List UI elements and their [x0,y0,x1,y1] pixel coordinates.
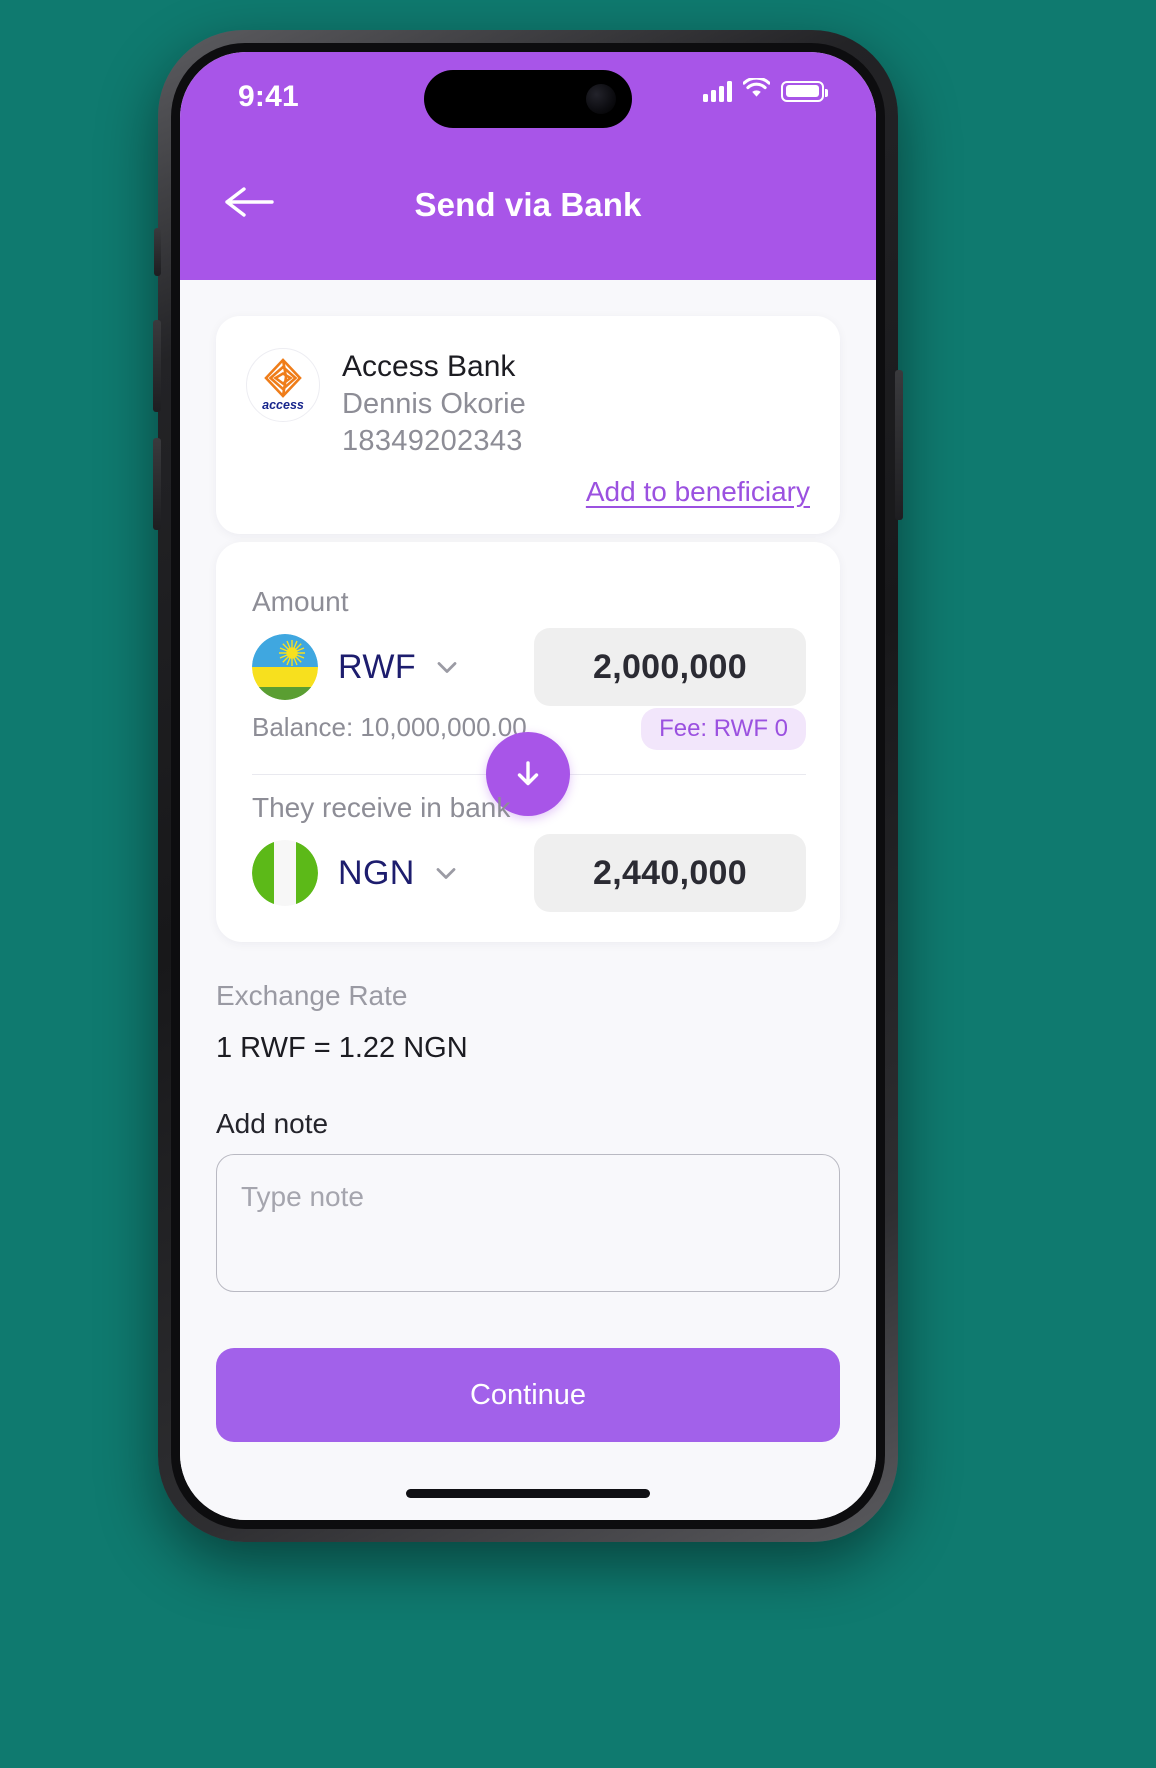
send-currency-code: RWF [338,647,416,686]
front-camera-icon [586,84,616,114]
access-bank-logo-icon: access [246,348,320,422]
rwanda-flag-icon [252,634,318,700]
phone-frame: 9:41 Send via Bank access Access Bank De… [153,30,903,1542]
exchange-rate-label: Exchange Rate [216,980,408,1011]
wifi-icon [742,76,771,104]
nigeria-flag-icon [252,840,318,906]
receive-currency-code: NGN [338,853,415,892]
status-time: 9:41 [238,80,299,113]
add-beneficiary-row: Add to beneficiary [246,476,810,508]
add-to-beneficiary-link[interactable]: Add to beneficiary [586,476,810,508]
svg-text:access: access [262,398,304,412]
volume-down-button[interactable] [153,438,161,530]
amount-card: Amount RWF 2,000,000 Balance: 10,000,000… [216,542,840,942]
receive-currency-chevron-down-icon[interactable] [433,860,459,886]
continue-button[interactable]: Continue [216,1348,840,1442]
send-currency-chevron-down-icon[interactable] [434,654,460,680]
send-currency-row: RWF 2,000,000 [252,628,806,706]
silent-switch[interactable] [154,228,161,276]
balance-text: Balance: 10,000,000.00 [252,712,527,742]
status-bar: 9:41 [180,52,876,144]
home-indicator[interactable] [406,1489,650,1498]
account-holder-name: Dennis Okorie [342,387,526,420]
app-body: access Access Bank Dennis Okorie 1834920… [180,280,876,1520]
add-note-label: Add note [216,1108,329,1139]
phone-screen: 9:41 Send via Bank access Access Bank De… [180,52,876,1520]
cellular-signal-icon [703,80,732,102]
page-background: 9:41 Send via Bank access Access Bank De… [0,0,1156,1768]
page-title: Send via Bank [414,186,642,223]
nav-bar: Send via Bank [180,144,876,280]
fee-badge: Fee: RWF 0 [641,708,806,750]
recipient-details: Access Bank Dennis Okorie 18349202343 [342,348,526,460]
receive-currency-row: NGN 2,440,000 [252,834,806,912]
battery-icon [781,80,828,102]
power-button[interactable] [895,370,903,520]
dynamic-island [424,70,632,128]
send-amount-input[interactable]: 2,000,000 [534,628,806,706]
exchange-rate-value: 1 RWF = 1.22 NGN [216,1032,468,1064]
receive-amount-value: 2,440,000 [593,853,747,892]
app-header: 9:41 Send via Bank [180,52,876,280]
send-amount-value: 2,000,000 [593,647,747,686]
volume-up-button[interactable] [153,320,161,412]
receive-amount-input[interactable]: 2,440,000 [534,834,806,912]
recipient-main: access Access Bank Dennis Okorie 1834920… [246,348,810,460]
account-number: 18349202343 [342,424,523,457]
receive-label: They receive in bank [252,792,511,823]
status-icons [703,76,828,104]
bank-name: Access Bank [342,350,516,383]
amount-label: Amount [252,586,349,617]
arrow-down-icon [517,761,539,786]
recipient-card: access Access Bank Dennis Okorie 1834920… [216,316,840,534]
note-input[interactable] [216,1154,840,1292]
